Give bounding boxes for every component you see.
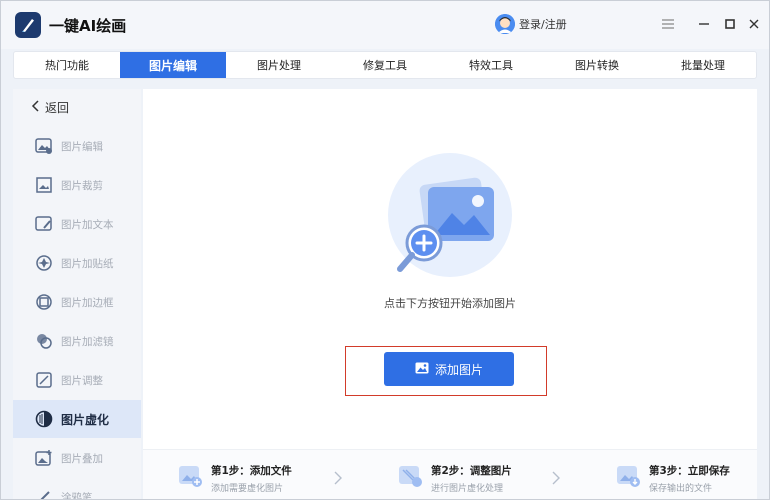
sidebar-item-label: 涂鸦笔: [61, 491, 93, 500]
sidebar-item-add-frame[interactable]: 图片加边框: [13, 283, 141, 321]
step-title: 第1步：添加文件: [211, 465, 292, 477]
sidebar-item-label: 图片调整: [61, 374, 103, 387]
tab-repair-tools[interactable]: 修复工具: [332, 52, 438, 78]
adjust-icon: [35, 371, 53, 389]
sidebar-item-label: 图片虚化: [61, 412, 110, 427]
sidebar: 返回 图片编辑 图片裁剪 图片加文本 图片加贴纸 图片加边框 图片加滤镜 图片调…: [13, 89, 141, 500]
text-icon: [35, 215, 53, 233]
app-title: 一键AI绘画: [49, 17, 127, 35]
sidebar-item-label: 图片加贴纸: [61, 257, 114, 270]
sidebar-item-crop[interactable]: 图片裁剪: [13, 166, 141, 204]
sidebar-item-adjust[interactable]: 图片调整: [13, 361, 141, 399]
sidebar-item-label: 图片加边框: [61, 296, 114, 309]
tab-image-process[interactable]: 图片处理: [226, 52, 332, 78]
sidebar-item-add-text[interactable]: 图片加文本: [13, 205, 141, 243]
sidebar-item-add-filter[interactable]: 图片加滤镜: [13, 322, 141, 360]
sticker-icon: [35, 254, 53, 272]
add-image-button[interactable]: 添加图片: [384, 352, 514, 386]
main-tab-bar: 热门功能 图片编辑 图片处理 修复工具 特效工具 图片转换 批量处理: [13, 51, 757, 79]
chevron-right-icon: [551, 470, 561, 485]
chevron-left-icon: [31, 100, 41, 115]
frame-icon: [35, 293, 53, 311]
step-title: 第3步：立即保存: [649, 465, 730, 477]
menu-icon[interactable]: [659, 15, 677, 33]
sidebar-item-add-sticker[interactable]: 图片加贴纸: [13, 244, 141, 282]
blur-icon: [35, 410, 53, 428]
tab-batch[interactable]: 批量处理: [650, 52, 756, 78]
brush-icon: [35, 488, 53, 499]
save-file-icon: [615, 462, 641, 488]
back-label: 返回: [45, 101, 70, 115]
add-file-icon: [177, 462, 203, 488]
sidebar-item-overlay[interactable]: 图片叠加: [13, 439, 141, 477]
sidebar-item-label: 图片裁剪: [61, 179, 103, 192]
add-image-label: 添加图片: [434, 362, 483, 377]
step-desc: 添加需要虚化图片: [211, 484, 284, 494]
app-window: 一键AI绘画 登录/注册 热门功能 图片编辑 图片处理 修复工具 特效工具 图片…: [0, 0, 770, 500]
overlay-icon: [35, 449, 53, 467]
sidebar-item-label: 图片叠加: [61, 452, 103, 465]
tab-image-edit[interactable]: 图片编辑: [120, 52, 226, 78]
crop-icon: [35, 176, 53, 194]
sidebar-item-label: 图片编辑: [61, 140, 103, 153]
avatar-icon: [495, 14, 515, 34]
image-edit-icon: [35, 137, 53, 155]
maximize-icon[interactable]: [721, 15, 739, 33]
steps-bar: 第1步：添加文件 添加需要虚化图片 第2步：调整图片 进行图片虚化处理 第3步：…: [143, 449, 757, 499]
image-icon: [415, 362, 429, 377]
sidebar-item-blur[interactable]: 图片虚化: [13, 400, 141, 438]
close-icon[interactable]: [745, 15, 763, 33]
step-desc: 保存输出的文件: [649, 484, 713, 494]
chevron-right-icon: [333, 470, 343, 485]
minimize-icon[interactable]: [695, 15, 713, 33]
title-bar: 一键AI绘画 登录/注册: [1, 1, 769, 49]
sidebar-item-image-edit[interactable]: 图片编辑: [13, 127, 141, 165]
tab-hot[interactable]: 热门功能: [14, 52, 120, 78]
sidebar-item-brush[interactable]: 涂鸦笔: [13, 478, 141, 500]
tab-effect-tools[interactable]: 特效工具: [438, 52, 544, 78]
login-label: 登录/注册: [519, 18, 567, 31]
login-button[interactable]: 登录/注册: [495, 14, 567, 34]
sidebar-item-label: 图片加滤镜: [61, 335, 114, 348]
app-logo-icon: [15, 12, 41, 38]
filter-icon: [35, 332, 53, 350]
step-title: 第2步：调整图片: [431, 465, 512, 477]
add-image-illustration-icon: [386, 151, 514, 279]
tab-image-convert[interactable]: 图片转换: [544, 52, 650, 78]
back-button[interactable]: 返回: [31, 99, 69, 116]
main-panel: 点击下方按钮开始添加图片 添加图片 第1步：添加文件 添加需要虚化图片 第2步：…: [143, 89, 757, 499]
adjust-image-icon: [397, 462, 423, 488]
step-desc: 进行图片虚化处理: [431, 484, 504, 494]
sidebar-item-label: 图片加文本: [61, 218, 114, 231]
add-image-hint: 点击下方按钮开始添加图片: [384, 297, 516, 310]
